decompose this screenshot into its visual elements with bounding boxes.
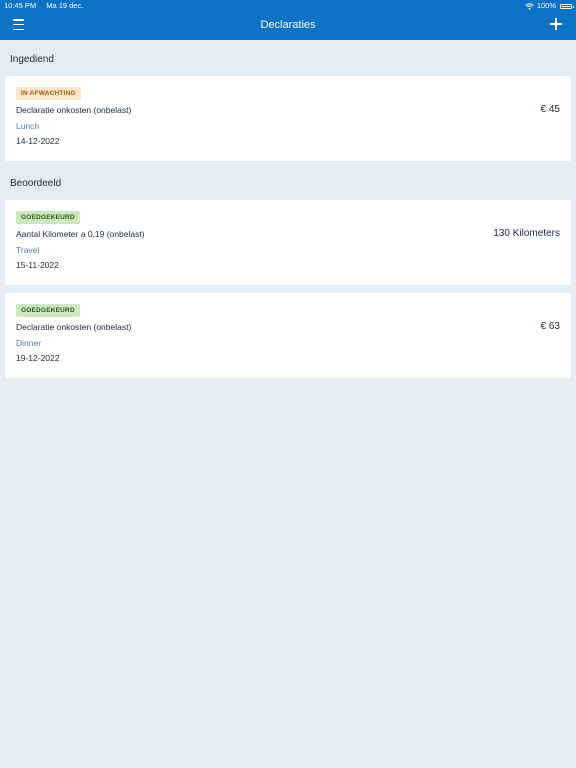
status-bar-right: 100%: [524, 1, 574, 11]
wifi-icon: [524, 2, 534, 10]
declaration-date: 19-12-2022: [16, 353, 60, 363]
declaration-amount: 130 Kilometers: [493, 228, 560, 239]
status-date: Ma 19 dec.: [46, 1, 84, 10]
section-header-submitted: Ingediend: [10, 54, 54, 65]
declaration-title: Aantal Kilometer a 0,19 (onbelast): [16, 229, 145, 239]
declaration-category: Lunch: [16, 121, 40, 131]
declaration-card[interactable]: IN AFWACHTING Declaratie onkosten (onbel…: [5, 76, 571, 161]
plus-icon[interactable]: [550, 18, 562, 30]
declaration-date: 14-12-2022: [16, 136, 60, 146]
declaration-amount: € 45: [540, 104, 560, 115]
declaration-title: Declaratie onkosten (onbelast): [16, 105, 132, 115]
declaration-date: 15-11-2022: [16, 260, 59, 270]
status-badge: GOEDGEKEURD: [16, 211, 80, 224]
battery-icon: [560, 3, 574, 9]
status-bar-left: 10:45 PM Ma 19 dec.: [4, 1, 91, 11]
status-badge: IN AFWACHTING: [16, 87, 81, 100]
status-badge: GOEDGEKEURD: [16, 304, 80, 317]
battery-percentage: 100%: [536, 1, 556, 10]
declaration-category: Dinner: [16, 338, 42, 348]
declaration-amount: € 63: [540, 321, 560, 332]
status-time: 10:45 PM: [4, 1, 37, 10]
declaration-card[interactable]: GOEDGEKEURD Declaratie onkosten (onbelas…: [5, 293, 571, 378]
page-title: Declaraties: [260, 19, 316, 31]
navigation-bar: 10:45 PM Ma 19 dec. 100% Declaraties: [0, 0, 576, 40]
declaration-category: Travel: [16, 245, 40, 255]
declaration-title: Declaratie onkosten (onbelast): [16, 322, 132, 332]
section-header-reviewed: Beoordeeld: [10, 178, 62, 189]
declaration-card[interactable]: GOEDGEKEURD Aantal Kilometer a 0,19 (onb…: [5, 200, 571, 285]
